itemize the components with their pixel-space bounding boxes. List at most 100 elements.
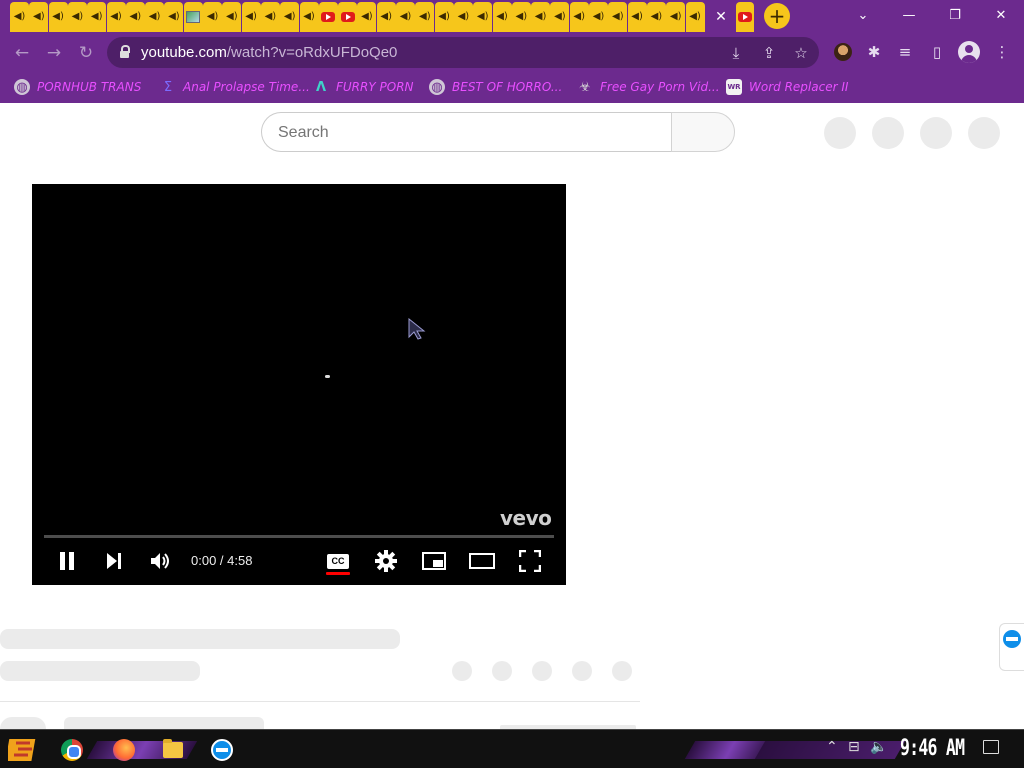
notifications-icon[interactable] [983,740,999,754]
browser-tab[interactable]: ◀) [473,2,493,32]
browser-tab[interactable]: ◀) [67,2,87,32]
url-text[interactable]: youtube.com/watch?v=oRdxUFDoQe0 [141,44,397,61]
teamviewer-side-panel[interactable] [999,623,1024,671]
browser-tab[interactable] [736,2,754,32]
browser-tab[interactable]: ◀) [222,2,242,32]
new-tab-button[interactable]: + [764,3,790,29]
browser-tab[interactable]: ◀) [280,2,300,32]
restore-button[interactable]: ❐ [932,0,978,30]
bookmark-item[interactable]: Λ FURRY PORN [313,77,414,97]
share-icon[interactable]: ⇪ [760,44,778,62]
browser-toolbar: ← → ↻ youtube.com/watch?v=oRdxUFDoQe0 ⤓ … [0,33,1024,72]
miniplayer-button[interactable] [419,548,449,574]
next-button[interactable] [99,548,129,574]
fullscreen-button[interactable] [515,548,545,574]
youtube-page: Search vevo 0:00 / 4:58 CC [0,103,1024,729]
taskbar-teamviewer[interactable] [207,735,237,765]
header-button-placeholder[interactable] [872,117,904,149]
profile-avatar-icon[interactable] [958,41,980,63]
minimize-button[interactable]: — [886,0,932,30]
show-hidden-icons-icon[interactable]: ⌃ [826,739,838,755]
browser-tab[interactable]: ◀) [666,2,686,32]
chrome-menu-icon[interactable]: ⋮ [991,41,1013,63]
browser-tab[interactable]: ◀) [627,2,647,32]
browser-tab[interactable]: ◀) [376,2,396,32]
browser-tab[interactable]: ◀) [357,2,377,32]
browser-tab[interactable]: ◀) [569,2,589,32]
browser-tab[interactable] [338,2,358,32]
browser-tab[interactable]: ◀) [260,2,280,32]
volume-button[interactable] [146,548,176,574]
bookmark-item[interactable]: ◍ PORNHUB TRANS [14,77,141,97]
browser-tab[interactable]: ◀) [125,2,145,32]
browser-tab[interactable]: ◀) [589,2,608,32]
search-button[interactable] [671,112,735,152]
browser-tab[interactable]: ◀) [453,2,473,32]
volume-tray-icon[interactable]: 🔈 [870,739,887,755]
taskbar-firefox[interactable] [109,735,139,765]
header-button-placeholder[interactable] [920,117,952,149]
bookmark-item[interactable]: WR Word Replacer II [726,77,848,97]
bookmark-item[interactable]: Σ Anal Prolapse Time... [160,77,310,97]
browser-tab[interactable] [318,2,338,32]
start-button-icon[interactable] [8,735,38,765]
captions-button[interactable]: CC [323,548,353,574]
lock-icon[interactable] [120,45,130,59]
browser-tab[interactable]: ◀) [608,2,628,32]
back-button[interactable]: ← [10,41,34,65]
network-icon[interactable]: ⊟ [848,739,860,755]
bookmark-star-icon[interactable]: ☆ [792,44,810,62]
extensions-puzzle-icon[interactable]: ✱ [863,41,885,63]
fullscreen-icon [519,550,541,572]
active-tab-youtube[interactable]: ✕ [706,0,736,33]
browser-tab[interactable]: ◀) [685,2,705,32]
progress-bar[interactable] [44,535,554,538]
theater-mode-button[interactable] [467,548,497,574]
browser-tab[interactable]: ◀) [203,2,222,32]
header-button-placeholder[interactable] [968,117,1000,149]
tab-search-icon[interactable]: ⌄ [840,0,886,30]
browser-tab[interactable]: ◀) [531,2,551,32]
search-input[interactable]: Search [261,112,671,152]
browser-tab[interactable] [183,2,203,32]
pause-button[interactable] [52,548,82,574]
divider [0,701,640,702]
reload-button[interactable]: ↻ [74,41,98,65]
forward-button[interactable]: → [42,41,66,65]
browser-tab[interactable]: ◀) [10,2,29,32]
header-button-placeholder[interactable] [824,117,856,149]
audio-playing-icon: ◀) [33,11,45,22]
browser-tab[interactable]: ◀) [396,2,415,32]
extension-avatar-icon[interactable] [834,43,852,61]
settings-button[interactable] [371,548,401,574]
browser-tab[interactable]: ◀) [48,2,68,32]
browser-tab[interactable]: ◀) [415,2,435,32]
bookmark-item[interactable]: ☣ Free Gay Porn Vid... [577,77,719,97]
bookmark-label: FURRY PORN [336,80,414,94]
chrome-icon [61,739,83,761]
browser-tab[interactable]: ◀) [145,2,165,32]
media-controls-icon[interactable]: ≡ [894,41,916,63]
close-window-button[interactable]: ✕ [978,0,1024,30]
address-bar[interactable]: youtube.com/watch?v=oRdxUFDoQe0 ⤓ ⇪ ☆ [107,37,819,68]
taskbar-clock[interactable]: 9:46 AM [900,736,965,761]
pause-icon [60,552,74,570]
install-app-icon[interactable]: ⤓ [727,44,745,62]
taskbar-chrome[interactable] [57,735,87,765]
taskbar-file-explorer[interactable] [158,735,188,765]
browser-tab[interactable]: ◀) [646,2,666,32]
browser-tab[interactable]: ◀) [106,2,126,32]
browser-tab[interactable]: ◀) [492,2,512,32]
browser-tab[interactable]: ◀) [241,2,261,32]
browser-tab[interactable]: ◀) [29,2,49,32]
bookmark-item[interactable]: ◍ BEST OF HORRO... [429,77,562,97]
browser-tab[interactable]: ◀) [164,2,184,32]
browser-tab[interactable]: ◀) [550,2,570,32]
side-panel-icon[interactable]: ▯ [926,41,948,63]
browser-tab[interactable]: ◀) [87,2,107,32]
browser-tab[interactable]: ◀) [299,2,319,32]
close-tab-icon[interactable]: ✕ [715,9,727,25]
browser-tab[interactable]: ◀) [511,2,531,32]
video-player[interactable]: vevo 0:00 / 4:58 CC [32,184,566,585]
browser-tab[interactable]: ◀) [434,2,454,32]
